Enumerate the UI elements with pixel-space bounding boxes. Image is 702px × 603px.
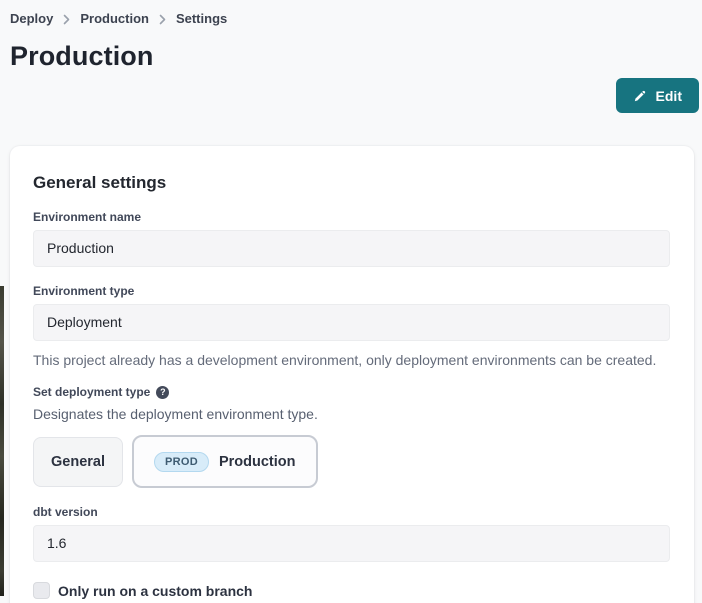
dbt-version-label: dbt version bbox=[33, 505, 670, 519]
pencil-icon bbox=[633, 89, 647, 103]
custom-branch-label: Only run on a custom branch bbox=[58, 583, 252, 599]
environment-name-input[interactable]: Production bbox=[33, 230, 670, 267]
deployment-type-option-general[interactable]: General bbox=[33, 437, 123, 487]
deployment-type-options: General PROD Production bbox=[33, 435, 670, 488]
deployment-type-description: Designates the deployment environment ty… bbox=[33, 406, 670, 422]
option-production-label: Production bbox=[219, 454, 296, 470]
deployment-type-field-group: Set deployment type ? Designates the dep… bbox=[33, 385, 670, 488]
custom-branch-checkbox[interactable] bbox=[33, 582, 50, 599]
card-heading: General settings bbox=[33, 173, 670, 193]
environment-name-field-group: Environment name Production bbox=[33, 210, 670, 267]
chevron-right-icon bbox=[158, 14, 167, 25]
chevron-right-icon bbox=[62, 14, 71, 25]
environment-type-helper-text: This project already has a development e… bbox=[33, 352, 670, 368]
help-icon[interactable]: ? bbox=[156, 386, 169, 399]
deployment-type-option-production[interactable]: PROD Production bbox=[132, 435, 318, 488]
dbt-version-input[interactable]: 1.6 bbox=[33, 525, 670, 562]
environment-settings-page: Deploy Production Settings Production Ed… bbox=[0, 0, 702, 603]
actions-row: Edit bbox=[0, 78, 702, 113]
edit-button[interactable]: Edit bbox=[616, 78, 699, 113]
breadcrumb-item-deploy[interactable]: Deploy bbox=[10, 11, 53, 26]
prod-badge: PROD bbox=[154, 452, 209, 472]
page-title: Production bbox=[10, 41, 702, 72]
option-general-label: General bbox=[51, 454, 105, 470]
environment-name-label: Environment name bbox=[33, 210, 670, 224]
breadcrumb-item-production[interactable]: Production bbox=[80, 11, 149, 26]
environment-type-input[interactable]: Deployment bbox=[33, 304, 670, 341]
deployment-type-label: Set deployment type bbox=[33, 385, 150, 399]
dbt-version-field-group: dbt version 1.6 bbox=[33, 505, 670, 562]
environment-type-field-group: Environment type Deployment This project… bbox=[33, 284, 670, 368]
breadcrumb-item-settings[interactable]: Settings bbox=[176, 11, 227, 26]
environment-type-label: Environment type bbox=[33, 284, 670, 298]
custom-branch-row: Only run on a custom branch bbox=[33, 582, 670, 599]
background-app-sliver bbox=[0, 286, 4, 596]
edit-button-label: Edit bbox=[656, 88, 682, 104]
general-settings-card: General settings Environment name Produc… bbox=[10, 146, 694, 603]
breadcrumb: Deploy Production Settings bbox=[0, 0, 702, 26]
